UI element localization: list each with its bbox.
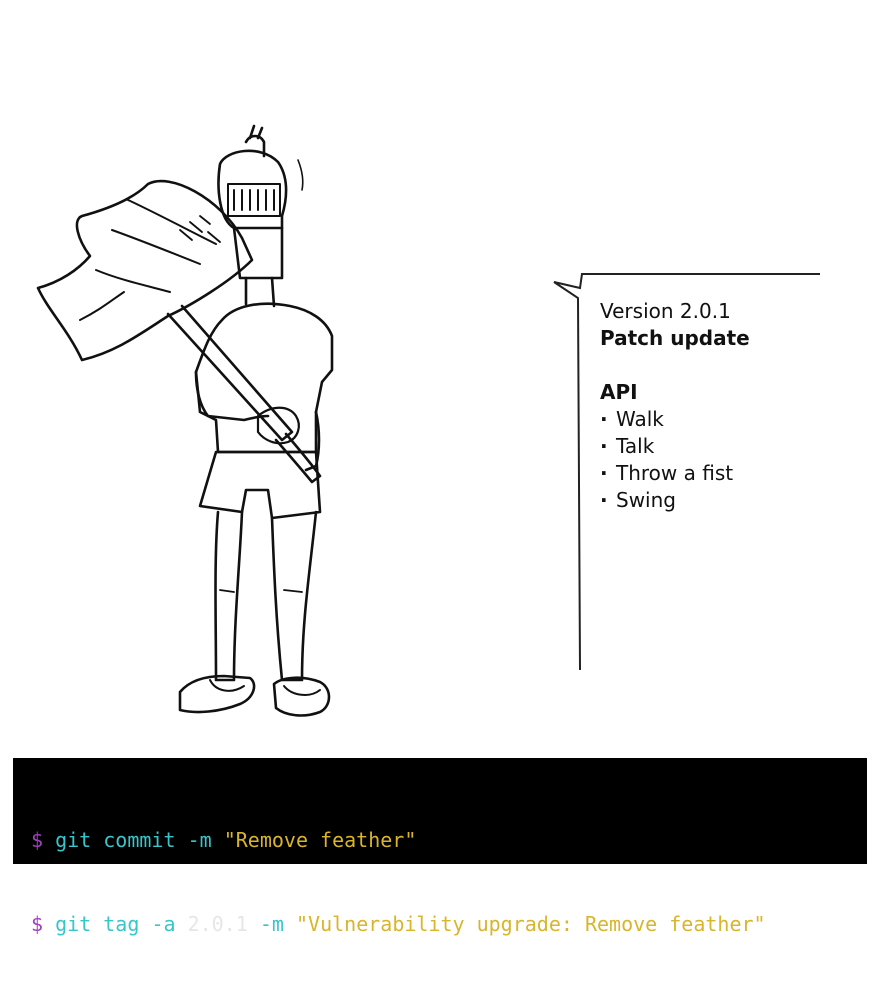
git-subcommand: tag	[103, 912, 140, 936]
commit-message: "Remove feather"	[223, 828, 417, 852]
flag: -m	[187, 828, 212, 852]
api-item: Swing	[600, 487, 820, 514]
update-type: Patch update	[600, 326, 750, 350]
api-item: Throw a fist	[600, 460, 820, 487]
tag-name: 2.0.1	[187, 912, 248, 936]
terminal: $ git commit -m "Remove feather" $ git t…	[13, 758, 867, 936]
knight-illustration	[36, 124, 334, 717]
flag: -a	[151, 912, 176, 936]
terminal-line: $ git tag -a 2.0.1 -m "Vulnerability upg…	[31, 910, 867, 938]
release-notes: Version 2.0.1 Patch update API Walk Talk…	[600, 298, 820, 514]
git-subcommand: commit	[103, 828, 176, 852]
shell-prompt: $	[31, 828, 44, 852]
git-command: git	[55, 912, 92, 936]
api-item: Talk	[600, 433, 820, 460]
git-command: git	[55, 828, 92, 852]
torso	[194, 302, 334, 454]
api-item: Walk	[600, 406, 820, 433]
right-sandal	[272, 676, 331, 717]
right-leg	[270, 510, 318, 682]
version-line: Version 2.0.1	[600, 299, 731, 323]
speech-bubble: Version 2.0.1 Patch update API Walk Talk…	[550, 270, 830, 675]
left-sandal	[178, 674, 256, 714]
left-leg	[214, 510, 244, 682]
shorts	[198, 450, 322, 520]
tag-message: "Vulnerability upgrade: Remove feather"	[295, 912, 766, 936]
terminal-line: $ git commit -m "Remove feather"	[31, 826, 867, 854]
shell-prompt: $	[31, 912, 44, 936]
api-heading: API	[600, 380, 638, 404]
comic-panel: Version 2.0.1 Patch update API Walk Talk…	[0, 0, 880, 936]
axe-handle	[166, 304, 294, 442]
flag: -m	[259, 912, 284, 936]
api-list: Walk Talk Throw a fist Swing	[600, 406, 820, 514]
